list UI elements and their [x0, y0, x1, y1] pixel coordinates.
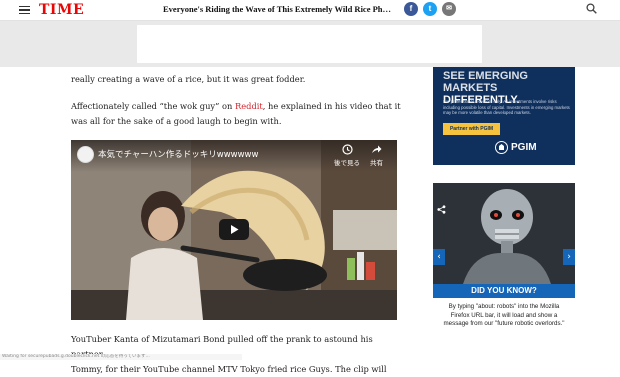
email-share-button[interactable]: ✉ [442, 2, 456, 16]
prev-arrow-button[interactable]: ‹ [433, 249, 445, 265]
video-title[interactable]: 本気でチャーハン作るドッキリwwwwww [98, 148, 258, 160]
watch-later-label: 後で見る [334, 159, 360, 167]
ad-headline-line: SEE EMERGING MARKETS [443, 70, 528, 94]
fact-card: DID YOU KNOW? By typing "about: robots" … [433, 284, 575, 344]
paragraph-text: was all for the sake of a good laugh to … [71, 116, 282, 126]
play-button[interactable] [219, 219, 249, 240]
did-you-know-widget[interactable]: ‹ › DID YOU KNOW? By typing "about: robo… [433, 183, 575, 344]
article-paragraph: Affectionately called “the wok guy” on R… [71, 99, 401, 129]
share-arrow-icon [372, 145, 382, 153]
paragraph-text: Affectionately called “the wok guy” on [71, 101, 235, 111]
fact-title: DID YOU KNOW? [433, 284, 575, 298]
paragraph-text: Tommy, for their YouTube channel MTV Tok… [71, 364, 387, 374]
watch-later-button[interactable]: 後で見る [334, 144, 360, 167]
hamburger-icon[interactable] [19, 6, 30, 15]
twitter-share-button[interactable]: t [423, 2, 437, 16]
paragraph-text: really creating a wave of a rice, but it… [71, 74, 306, 84]
ad-disclaimer: For professional investors only. All inv… [443, 99, 570, 115]
article-paragraph: really creating a wave of a rice, but it… [71, 72, 401, 87]
next-arrow-button[interactable]: › [563, 249, 575, 265]
reddit-link[interactable]: Reddit [235, 101, 263, 111]
fact-body: By typing "about: robots" into the Mozil… [443, 303, 565, 327]
play-icon [231, 225, 239, 234]
ad-brand: PGIM [511, 142, 537, 153]
top-nav-bar: TIME Everyone's Riding the Wave of This … [0, 0, 620, 21]
pgim-logo-icon [495, 141, 508, 154]
share-icon[interactable] [437, 205, 446, 214]
top-ad-band [0, 21, 620, 67]
channel-avatar[interactable] [77, 146, 94, 163]
browser-status-bar: Waiting for securepubads.g.doubleclick.n… [0, 354, 242, 360]
paragraph-text: , he explained in his video that it [262, 101, 401, 111]
robot-skull-image [433, 183, 575, 284]
ad-cta-button[interactable]: Partner with PGIM [443, 123, 500, 135]
facebook-share-button[interactable]: f [404, 2, 418, 16]
youtube-video-embed[interactable]: 本気でチャーハン作るドッキリwwwwww 後で見る 共有 [71, 140, 397, 320]
time-logo[interactable]: TIME [39, 2, 84, 18]
pgim-sidebar-ad[interactable]: SEE EMERGING MARKETS DIFFERENTLY. For pr… [433, 67, 575, 165]
share-label: 共有 [370, 159, 383, 167]
share-button[interactable]: 共有 [370, 144, 383, 167]
clock-icon [341, 144, 353, 155]
article-headline: Everyone's Riding the Wave of This Extre… [163, 4, 395, 14]
banner-ad-slot[interactable] [137, 25, 482, 63]
search-icon[interactable] [586, 3, 597, 14]
